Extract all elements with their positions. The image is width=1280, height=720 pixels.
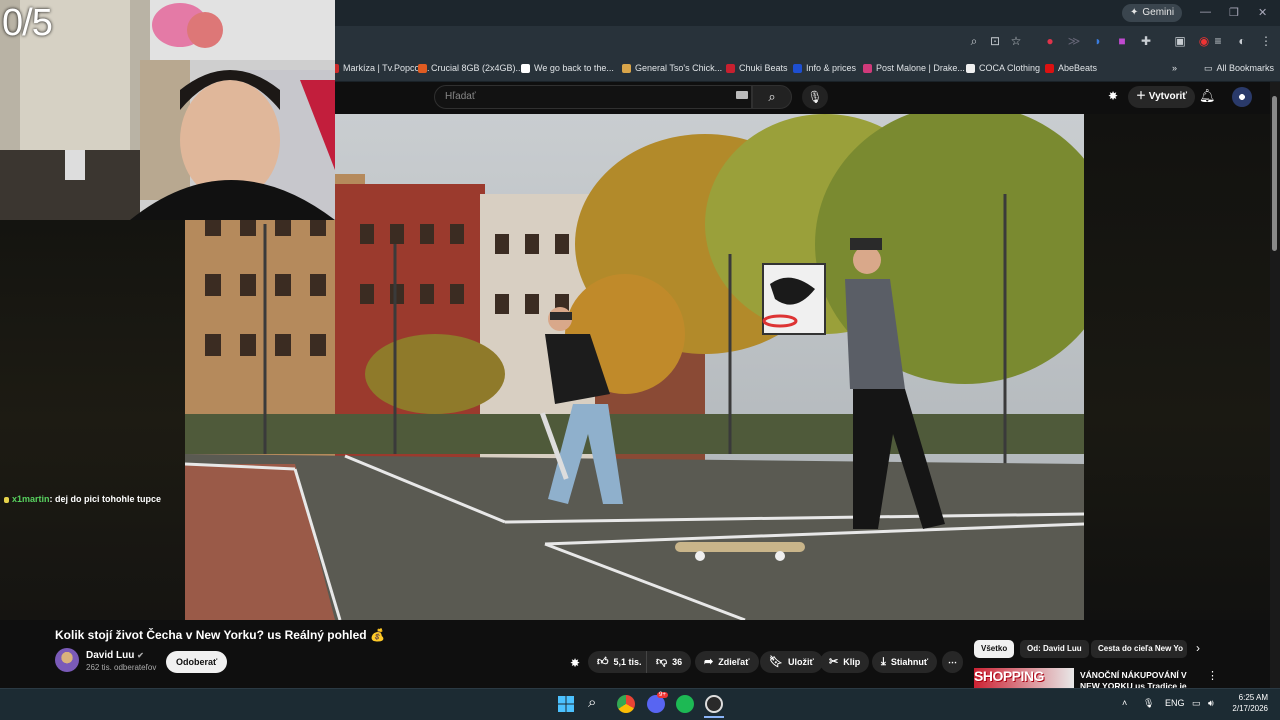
bookmark-favicon-icon (793, 63, 802, 73)
chat-badge-icon (4, 496, 9, 503)
goal-counter: 0/5 (2, 2, 53, 44)
notifications-bell-icon[interactable]: 🔔︎ (1199, 88, 1216, 104)
windows-taskbar (0, 688, 1280, 720)
bookmark-favicon-icon (1045, 63, 1054, 73)
more-icon: ⋯ (948, 657, 957, 667)
bookmark-favicon-icon (418, 63, 427, 73)
folder-icon: ▭ (1204, 63, 1213, 73)
gemini-label: Gemini (1142, 7, 1175, 18)
chip-all[interactable]: Všetko (974, 640, 1015, 658)
recommended-more-icon[interactable]: ⋮ (1207, 669, 1218, 682)
extension-blue-icon[interactable]: ◗ (1090, 33, 1106, 49)
bookmark-icon: 🔖︎ (769, 656, 783, 668)
search-input[interactable]: Hľadať (434, 85, 752, 109)
all-bookmarks-button[interactable]: ▭ All Bookmarks (1204, 60, 1274, 76)
spotify-taskbar-icon[interactable] (676, 695, 694, 713)
verified-icon: ✔ (137, 651, 144, 660)
player-letterbox-left (0, 220, 185, 620)
video-title: Kolik stojí život Čecha v New Yorku? us … (55, 628, 385, 642)
more-actions-button[interactable]: ⋯ (942, 651, 963, 673)
channel-name[interactable]: David Luu ✔ (86, 650, 144, 661)
network-icon[interactable]: ▭ (1192, 698, 1201, 709)
share-button[interactable]: ➦ Zdieľať (695, 651, 759, 673)
search-taskbar-icon[interactable]: ⌕ (588, 694, 596, 711)
search-icon: ⌕ (768, 89, 776, 104)
bookmark-favicon-icon (521, 63, 530, 73)
thumbs-down-icon: 👎︎ (656, 656, 668, 668)
chips-next-icon[interactable]: › (1196, 641, 1200, 655)
maximize-icon[interactable]: ❐ (1229, 6, 1239, 19)
chip-related[interactable]: Cesta do cieľa New Yo (1091, 640, 1187, 658)
player-letterbox-right (1084, 114, 1270, 620)
install-icon[interactable]: ⊡ (987, 33, 1003, 49)
bookmark-favicon-icon (622, 63, 631, 73)
clip-button[interactable]: ✂ Klip (820, 651, 870, 673)
bookmark-star-icon[interactable]: ☆ (1008, 33, 1024, 49)
gemini-icon: ✦ (1130, 7, 1139, 18)
plus-icon: ＋ (1136, 91, 1149, 102)
microphone-icon: 🎙 (807, 90, 823, 104)
zoom-icon[interactable]: ⌕ (966, 33, 982, 49)
save-button[interactable]: 🔖︎ Uložiť (760, 651, 823, 673)
reading-list-icon[interactable]: ≡ (1210, 33, 1226, 49)
chat-username: x1martin (12, 494, 50, 504)
account-avatar[interactable] (1232, 87, 1252, 107)
chip-from-channel[interactable]: Od: David Luu (1020, 640, 1089, 658)
profile-avatar-icon[interactable]: ◐ (1234, 33, 1250, 49)
bookmark-item[interactable]: Post Malone | Drake... (863, 60, 965, 76)
clock[interactable]: 6:25 AM 2/17/2026 (1228, 692, 1268, 714)
channel-avatar[interactable] (55, 648, 79, 672)
scrollbar-thumb[interactable] (1272, 96, 1277, 251)
voice-search-button[interactable]: 🎙 (802, 85, 828, 109)
language-indicator[interactable]: ENG (1165, 698, 1185, 708)
subscribe-button[interactable]: Odoberať (166, 651, 228, 673)
share-icon: ➦ (704, 656, 714, 668)
chat-text: : dej do pici tohohle tupce (49, 494, 162, 504)
bookmark-favicon-icon (966, 63, 975, 73)
gemini-button[interactable]: ✦ Gemini (1122, 4, 1183, 22)
dislike-button[interactable]: 👎︎ 36 (646, 651, 692, 673)
scissors-icon: ✂ (829, 656, 839, 668)
bookmark-favicon-icon (726, 63, 735, 73)
extension-purple-icon[interactable]: ■ (1114, 33, 1130, 49)
obs-taskbar-icon[interactable] (705, 695, 723, 713)
tab-search-icon[interactable]: ▣ (1172, 33, 1188, 49)
bookmark-favicon-icon (863, 63, 872, 73)
tray-mic-icon[interactable]: 🎙︎ (1143, 698, 1154, 709)
bookmark-item[interactable]: AbeBeats (1045, 60, 1097, 76)
download-icon: ⤓ (881, 656, 886, 668)
bookmark-item[interactable]: COCA Clothing (966, 60, 1040, 76)
keyboard-icon[interactable] (736, 91, 748, 99)
extension-grey-icon[interactable]: ≫ (1066, 33, 1082, 49)
bookmarks-overflow-icon[interactable]: » (1172, 60, 1177, 76)
bookmark-item[interactable]: We go back to the... (521, 60, 614, 76)
bookmark-item[interactable]: Chuki Beats (726, 60, 788, 76)
bookmark-item[interactable]: General Tso's Chick... (622, 60, 722, 76)
tray-overflow-icon[interactable]: ˄ (1122, 698, 1127, 708)
chrome-taskbar-icon[interactable] (617, 695, 635, 713)
thumbs-up-icon: 👍︎ (597, 656, 609, 668)
bookmark-item[interactable]: Crucial 8GB (2x4GB)... (418, 60, 523, 76)
discord-badge: 9+ (657, 692, 668, 698)
like-button[interactable]: 👍︎ 5,1 tis. (588, 651, 651, 673)
download-button[interactable]: ⤓ Stiahnuť (872, 651, 938, 673)
create-button[interactable]: ＋ Vytvoriť (1128, 86, 1196, 108)
extension-red-icon[interactable]: ● (1042, 33, 1058, 49)
windows-start-icon[interactable] (558, 696, 574, 712)
close-icon[interactable]: ✕ (1258, 6, 1267, 19)
bookmark-item[interactable]: Markíza | Tv.Popcor... (330, 60, 430, 76)
search-button[interactable]: ⌕ (752, 85, 792, 109)
ask-ai-sparkle-icon[interactable]: ✸ (570, 656, 580, 670)
recommended-title[interactable]: VÁNOČNÍ NÁKUPOVÁNÍ V NEW YORKU us Tradic… (1080, 670, 1206, 688)
minimize-icon[interactable]: — (1200, 6, 1211, 18)
active-app-indicator (704, 716, 724, 718)
subscriber-count: 262 tis. odberateľov (86, 663, 157, 672)
volume-icon[interactable]: 🔊︎ (1208, 698, 1214, 709)
bookmark-item[interactable]: Info & prices (793, 60, 856, 76)
ai-sparkle-icon[interactable]: ✸ (1108, 89, 1118, 103)
extensions-puzzle-icon[interactable]: ✚ (1138, 33, 1154, 49)
chrome-menu-icon[interactable]: ⋮ (1258, 33, 1274, 49)
recommended-thumbnail[interactable]: SHOPPING (974, 668, 1074, 688)
chat-message: x1martin: dej do pici tohohle tupce (4, 494, 161, 504)
